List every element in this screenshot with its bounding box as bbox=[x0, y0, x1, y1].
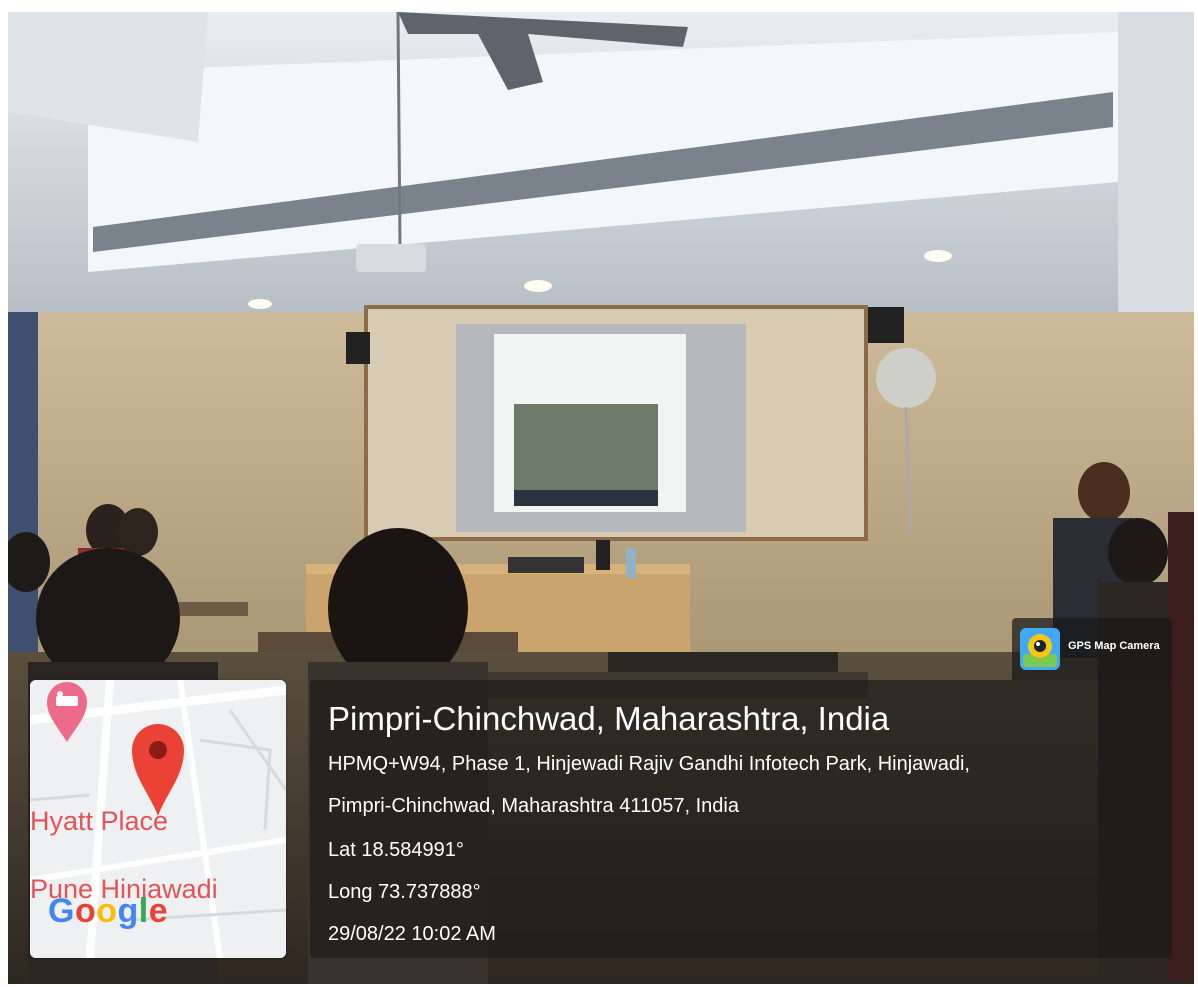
map-place-line-1: Hyatt Place bbox=[30, 806, 169, 836]
google-logo: Google bbox=[48, 892, 169, 930]
latitude-text: Lat 18.584991° bbox=[328, 839, 464, 861]
map-thumbnail[interactable]: Hyatt Place Pune Hinjawadi Google bbox=[30, 680, 286, 958]
gps-map-camera-badge: GPS Map Camera bbox=[1012, 618, 1172, 680]
address-line-1: HPMQ+W94, Phase 1, Hinjewadi Rajiv Gandh… bbox=[328, 753, 970, 775]
gps-map-camera-icon bbox=[1020, 628, 1060, 670]
timestamp-text: 29/08/22 10:02 AM bbox=[328, 923, 496, 945]
location-info-panel: Pimpri-Chinchwad, Maharashtra, India HPM… bbox=[310, 680, 1172, 958]
location-title: Pimpri-Chinchwad, Maharashtra, India bbox=[328, 700, 890, 737]
address-line-2: Pimpri-Chinchwad, Maharashtra 411057, In… bbox=[328, 795, 739, 817]
hotel-pin-icon bbox=[47, 682, 87, 742]
longitude-text: Long 73.737888° bbox=[328, 881, 481, 903]
gps-map-camera-label: GPS Map Camera bbox=[1068, 640, 1160, 652]
